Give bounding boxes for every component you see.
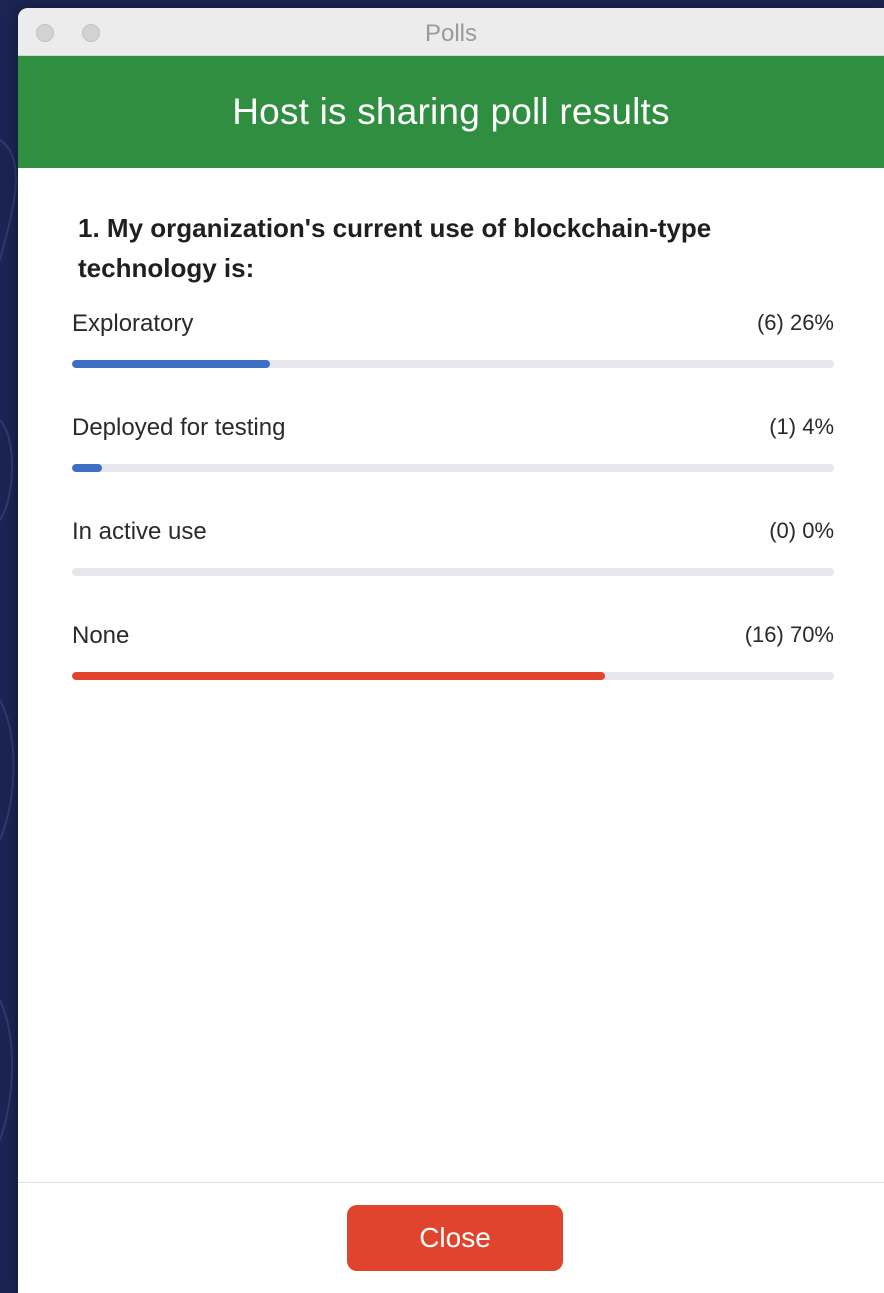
poll-option: Exploratory (6) 26% — [72, 304, 834, 408]
sharing-banner: Host is sharing poll results — [18, 56, 884, 168]
result-bar-fill — [72, 672, 606, 680]
result-bar-fill — [72, 360, 271, 368]
option-label: None — [72, 622, 130, 649]
poll-option: Deployed for testing (1) 4% — [72, 408, 834, 512]
poll-results: 1. My organization's current use of bloc… — [18, 168, 884, 720]
option-label: Deployed for testing — [72, 414, 286, 441]
option-result: (1) 4% — [769, 414, 834, 439]
title-bar: Polls — [18, 8, 884, 56]
option-result: (0) 0% — [769, 518, 834, 543]
result-bar-track — [72, 360, 834, 368]
poll-option: In active use (0) 0% — [72, 512, 834, 616]
poll-option: None (16) 70% — [72, 616, 834, 720]
option-label: Exploratory — [72, 310, 194, 337]
banner-text: Host is sharing poll results — [232, 91, 670, 132]
close-button[interactable]: Close — [347, 1205, 563, 1271]
result-bar-fill — [72, 464, 103, 472]
result-bar-track — [72, 672, 834, 680]
polls-window: Polls Host is sharing poll results 1. My… — [18, 8, 884, 1293]
option-result: (6) 26% — [756, 310, 834, 335]
result-bar-track — [72, 568, 834, 576]
window-title: Polls — [424, 20, 478, 47]
result-bar-track — [72, 464, 834, 472]
option-label: In active use — [72, 518, 207, 545]
poll-question: 1. My organization's current use of bloc… — [78, 213, 712, 283]
option-result: (16) 70% — [744, 622, 834, 647]
dialog-footer: Close — [18, 1182, 884, 1293]
